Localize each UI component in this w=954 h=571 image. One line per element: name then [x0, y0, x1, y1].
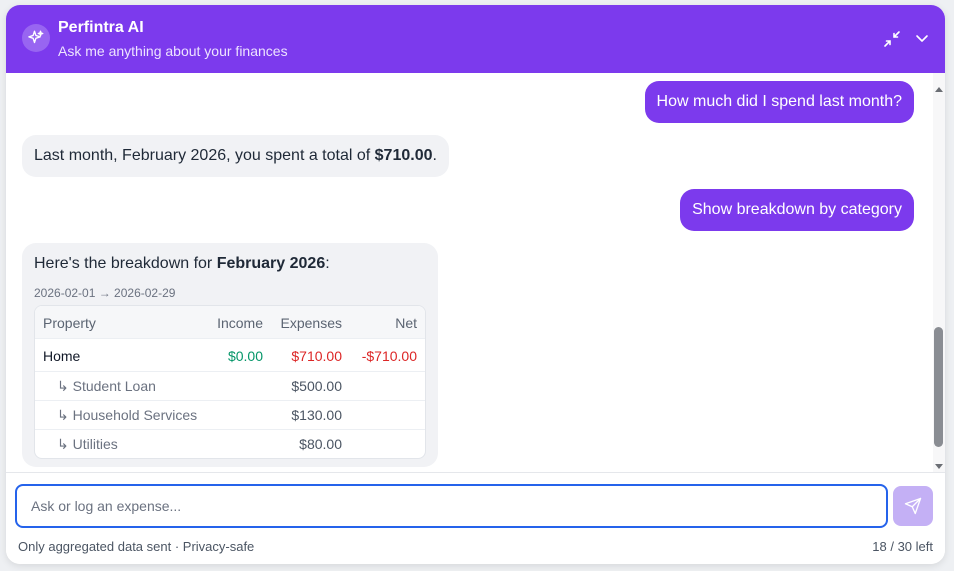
column-header: Net: [395, 315, 417, 331]
table-row: Home $0.00 $710.00 -$710.00: [35, 339, 425, 372]
message-text: Last month, February 2026, you spent a t…: [34, 147, 375, 164]
expenses-value: $500.00: [291, 378, 342, 394]
table-row: ↳ Student Loan $500.00: [35, 372, 425, 401]
property-name: Home: [43, 348, 81, 364]
assistant-breakdown-message: Here's the breakdown for February 2026: …: [22, 243, 438, 467]
breakdown-table: Property Income Expenses Net Home $0.00 …: [34, 305, 426, 459]
category-name: ↳ Household Services: [57, 407, 198, 423]
chat-title: Perfintra AI: [58, 19, 144, 36]
assistant-message: Last month, February 2026, you spent a t…: [22, 135, 449, 177]
message-text: .: [432, 147, 437, 164]
expenses-value: $710.00: [291, 348, 342, 364]
send-icon: [904, 497, 922, 515]
income-value: $0.00: [227, 348, 263, 364]
usage-counter: 18 / 30 left: [872, 539, 933, 554]
breakdown-period: February 2026: [216, 255, 326, 272]
category-name: ↳ Student Loan: [57, 378, 156, 394]
chat-header: Perfintra AI Ask me anything about your …: [6, 5, 945, 73]
category-name: ↳ Utilities: [57, 436, 118, 452]
table-header-row: Property Income Expenses Net: [35, 306, 425, 339]
expenses-value: $80.00: [299, 436, 342, 452]
expenses-value: $130.00: [291, 407, 342, 423]
sparkle-icon: [22, 24, 50, 52]
scroll-down-icon[interactable]: [933, 459, 945, 469]
breakdown-intro: Here's the breakdown for February 2026:: [34, 255, 330, 272]
table-row: ↳ Utilities $80.00: [35, 430, 425, 458]
column-header: Income: [217, 315, 263, 331]
minimize-icon[interactable]: [883, 30, 901, 48]
chevron-down-icon[interactable]: [914, 30, 930, 46]
total-amount: $710.00: [374, 147, 433, 164]
column-header: Expenses: [280, 315, 342, 331]
scroll-up-icon[interactable]: [933, 81, 945, 92]
table-row: ↳ Household Services $130.00: [35, 401, 425, 430]
scrollbar-thumb[interactable]: [934, 327, 943, 447]
message-list[interactable]: How much did I spend last month? Last mo…: [6, 73, 945, 472]
net-value: -$710.00: [361, 348, 417, 364]
composer: Only aggregated data sent · Privacy-safe…: [6, 472, 945, 564]
date-range: 2026-02-01 → 2026-02-29: [34, 286, 176, 300]
chat-widget: Perfintra AI Ask me anything about your …: [6, 5, 945, 564]
user-message: How much did I spend last month?: [644, 81, 914, 123]
message-input[interactable]: [15, 484, 888, 528]
send-button[interactable]: [893, 486, 933, 526]
chat-subtitle: Ask me anything about your finances: [58, 43, 288, 59]
user-message: Show breakdown by category: [680, 189, 914, 231]
privacy-note: Only aggregated data sent · Privacy-safe: [18, 539, 255, 554]
column-header: Property: [43, 315, 96, 331]
